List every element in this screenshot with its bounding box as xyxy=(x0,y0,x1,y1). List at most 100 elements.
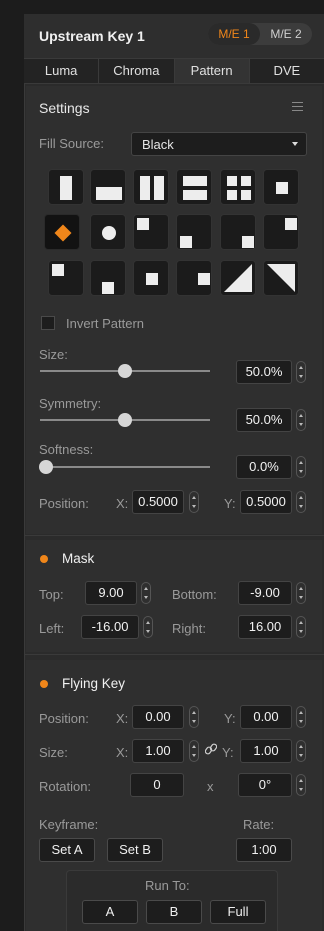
position-y-field[interactable]: 0.5000 xyxy=(240,490,292,514)
mask-bottom-field[interactable]: -9.00 xyxy=(238,581,292,605)
mask-top-stepper[interactable] xyxy=(141,582,151,604)
tab-pattern[interactable]: Pattern xyxy=(174,59,250,83)
position-x-stepper[interactable] xyxy=(189,491,199,513)
keyframe-label: Keyframe: xyxy=(39,817,99,832)
position-y-label: Y: xyxy=(224,496,236,511)
pattern-bottom-right-box[interactable] xyxy=(220,214,256,250)
symmetry-slider-knob[interactable] xyxy=(118,413,132,427)
run-to-full-button[interactable]: Full xyxy=(210,900,266,924)
fk-size-y-field[interactable]: 1.00 xyxy=(240,739,292,763)
key-type-tabs: Luma Chroma Pattern DVE xyxy=(24,58,324,84)
softness-slider-knob[interactable] xyxy=(39,460,53,474)
mask-left-stepper[interactable] xyxy=(143,616,153,638)
fill-source-label: Fill Source: xyxy=(39,136,105,151)
position-y-stepper[interactable] xyxy=(296,491,306,513)
size-stepper[interactable] xyxy=(296,361,306,383)
pattern-bottom-box-wipe[interactable] xyxy=(90,169,126,205)
fill-source-value: Black xyxy=(142,137,174,152)
size-slider-knob[interactable] xyxy=(118,364,132,378)
fk-position-y-field[interactable]: 0.00 xyxy=(240,705,292,729)
pattern-diamond-iris[interactable] xyxy=(44,214,80,250)
softness-slider-track[interactable] xyxy=(40,466,210,468)
set-b-button[interactable]: Set B xyxy=(107,838,163,862)
pattern-bottom-centre-box[interactable] xyxy=(133,260,169,296)
pattern-top-centre-box[interactable] xyxy=(48,260,84,296)
mask-bottom-label: Bottom: xyxy=(172,587,217,602)
fk-size-y-label: Y: xyxy=(222,745,234,760)
divider xyxy=(24,535,324,536)
fk-position-x-field[interactable]: 0.00 xyxy=(132,705,184,729)
pattern-box-iris[interactable] xyxy=(263,169,299,205)
link-icon[interactable] xyxy=(204,742,218,756)
mask-bottom-stepper[interactable] xyxy=(296,582,306,604)
me-selector: M/E 1 M/E 2 xyxy=(208,23,312,45)
fill-source-dropdown[interactable]: Black xyxy=(131,132,307,156)
fk-position-x-stepper[interactable] xyxy=(189,706,199,728)
pattern-top-right-diagonal[interactable] xyxy=(263,260,299,296)
pattern-top-left-box[interactable] xyxy=(133,214,169,250)
chevron-down-icon xyxy=(292,142,298,146)
position-x-field[interactable]: 0.5000 xyxy=(132,490,184,514)
softness-label: Softness: xyxy=(39,442,94,457)
mask-top-field[interactable]: 9.00 xyxy=(85,581,137,605)
fk-position-y-stepper[interactable] xyxy=(296,706,306,728)
fk-size-label: Size: xyxy=(39,745,68,760)
me1-button[interactable]: M/E 1 xyxy=(208,23,260,45)
fk-rotation-multiplier: x xyxy=(207,779,214,794)
pattern-bottom-left-box[interactable] xyxy=(263,214,299,250)
divider xyxy=(24,654,324,655)
pattern-circle-iris[interactable] xyxy=(90,214,126,250)
pattern-right-centre-box[interactable] xyxy=(90,260,126,296)
tab-luma[interactable]: Luma xyxy=(24,59,100,83)
fk-size-y-stepper[interactable] xyxy=(296,740,306,762)
panel-title: Upstream Key 1 xyxy=(39,28,145,44)
position-label: Position: xyxy=(39,496,89,511)
mask-right-field[interactable]: 16.00 xyxy=(238,615,292,639)
fk-size-x-label: X: xyxy=(116,745,129,760)
rate-field[interactable]: 1:00 xyxy=(236,838,292,862)
pattern-horizontal-barn-door[interactable] xyxy=(176,169,212,205)
mask-left-label: Left: xyxy=(39,621,65,636)
mask-enabled-indicator[interactable] xyxy=(40,555,48,563)
pattern-left-centre-box[interactable] xyxy=(176,260,212,296)
fk-rotation-stepper[interactable] xyxy=(296,774,306,796)
flying-key-title: Flying Key xyxy=(62,676,126,691)
mask-right-label: Right: xyxy=(172,621,206,636)
run-to-label: Run To: xyxy=(145,878,190,893)
size-field[interactable]: 50.0% xyxy=(236,360,292,384)
pattern-top-left-diagonal[interactable] xyxy=(220,260,256,296)
fk-position-label: Position: xyxy=(39,711,89,726)
fk-rotation-degrees-field[interactable]: 0° xyxy=(238,773,292,797)
pattern-four-box[interactable] xyxy=(220,169,256,205)
me2-button[interactable]: M/E 2 xyxy=(260,23,312,45)
size-label: Size: xyxy=(39,347,68,362)
set-a-button[interactable]: Set A xyxy=(39,838,95,862)
diagonal-wipe-icon xyxy=(267,264,295,292)
diagonal-wipe-icon xyxy=(224,264,252,292)
softness-field[interactable]: 0.0% xyxy=(236,455,292,479)
symmetry-stepper[interactable] xyxy=(296,409,306,431)
menu-icon[interactable] xyxy=(292,102,303,111)
fk-position-x-label: X: xyxy=(116,711,129,726)
mask-right-stepper[interactable] xyxy=(296,616,306,638)
softness-stepper[interactable] xyxy=(296,456,306,478)
pattern-top-right-box[interactable] xyxy=(176,214,212,250)
invert-pattern-label: Invert Pattern xyxy=(66,316,145,331)
fk-position-y-label: Y: xyxy=(224,711,236,726)
pattern-left-box-wipe[interactable] xyxy=(48,169,84,205)
mask-left-field[interactable]: -16.00 xyxy=(81,615,139,639)
invert-pattern-checkbox[interactable] xyxy=(41,316,55,330)
run-to-b-button[interactable]: B xyxy=(146,900,202,924)
symmetry-field[interactable]: 50.0% xyxy=(236,408,292,432)
flying-key-enabled-indicator[interactable] xyxy=(40,680,48,688)
tab-dve[interactable]: DVE xyxy=(250,59,324,83)
fk-size-x-field[interactable]: 1.00 xyxy=(132,739,184,763)
fk-size-x-stepper[interactable] xyxy=(189,740,199,762)
tab-chroma[interactable]: Chroma xyxy=(99,59,175,83)
settings-title: Settings xyxy=(39,100,90,116)
run-to-a-button[interactable]: A xyxy=(82,900,138,924)
position-x-label: X: xyxy=(116,496,129,511)
symmetry-label: Symmetry: xyxy=(39,396,102,411)
fk-rotation-count-field[interactable]: 0 xyxy=(130,773,184,797)
pattern-vertical-barn-door[interactable] xyxy=(133,169,169,205)
